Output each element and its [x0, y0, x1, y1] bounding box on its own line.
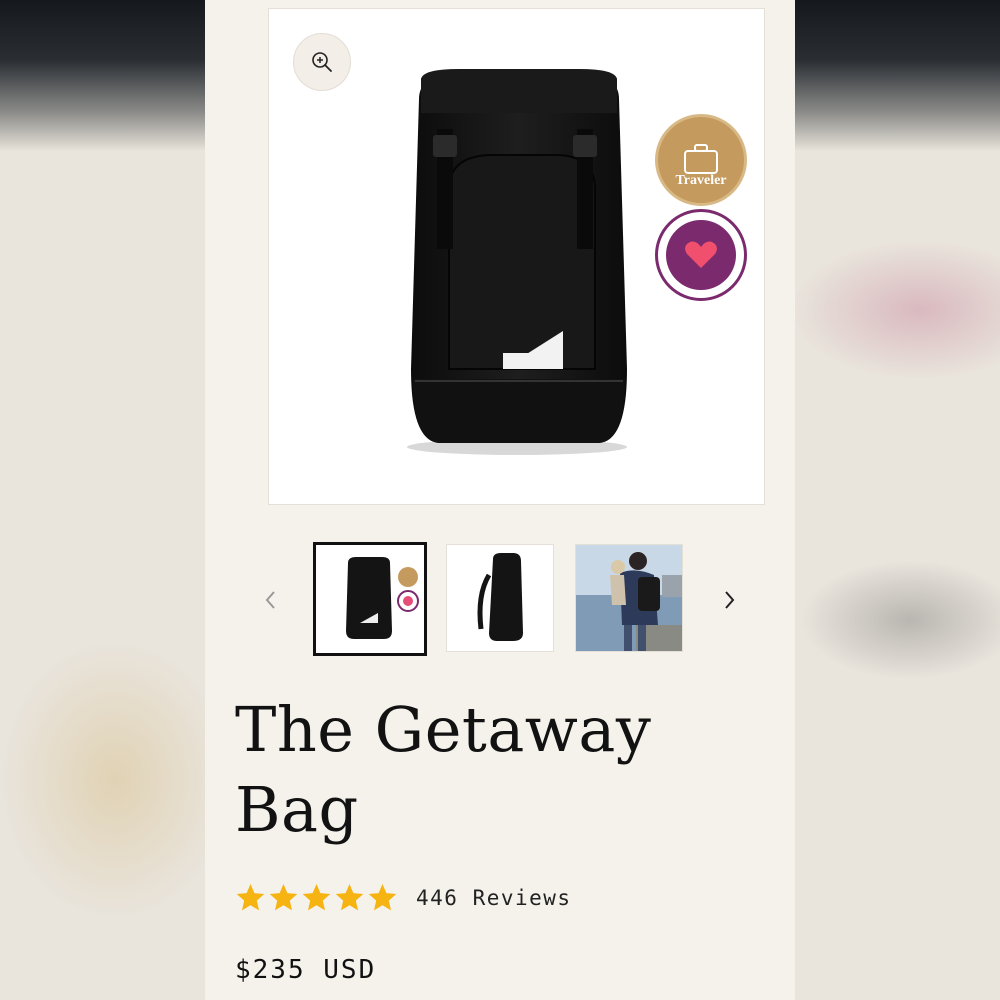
star-icon: [335, 883, 364, 911]
product-main-image[interactable]: Traveler: [268, 8, 765, 505]
badge-brand-text: Traveler: [675, 173, 727, 188]
chevron-left-icon: [265, 591, 275, 609]
zoom-button[interactable]: [293, 33, 351, 91]
product-title: The Getaway Bag: [235, 690, 755, 850]
product-title-line2: Bag: [235, 773, 359, 846]
product-price: $235 USD: [235, 955, 377, 985]
backdrop-glow: [790, 240, 1000, 380]
chevron-right-icon: [725, 591, 735, 609]
star-icon: [368, 883, 397, 911]
thumbnail-lifestyle-view[interactable]: [575, 544, 683, 652]
zoom-in-icon: [312, 52, 332, 72]
thumbnail-gallery: [205, 540, 795, 658]
star-icon: [302, 883, 331, 911]
star-rating: [235, 882, 398, 913]
babylist-badge: [655, 209, 747, 301]
next-image-button[interactable]: [715, 585, 745, 615]
prev-image-button[interactable]: [255, 585, 285, 615]
backdrop-glow: [0, 640, 230, 920]
product-page: Traveler The Getaway Bag 446 Reviews $23…: [205, 0, 795, 1000]
backdrop-glow: [800, 560, 1000, 680]
star-icon: [236, 883, 265, 911]
traveler-badge: Traveler: [655, 114, 747, 206]
thumbnail-front-view[interactable]: [313, 542, 427, 656]
product-rating[interactable]: 446 Reviews: [235, 882, 572, 913]
heart-icon: [685, 241, 717, 268]
backpack-thumbnail: [316, 545, 424, 653]
suitcase-icon: [684, 144, 718, 174]
reviews-count-link[interactable]: 446 Reviews: [416, 886, 572, 910]
star-icon: [269, 883, 298, 911]
backpack-image: [407, 69, 627, 455]
thumbnail-side-view[interactable]: [446, 544, 554, 652]
backpack-side-thumbnail: [447, 545, 553, 651]
product-title-line1: The Getaway: [235, 693, 652, 766]
lifestyle-thumbnail: [576, 545, 682, 651]
